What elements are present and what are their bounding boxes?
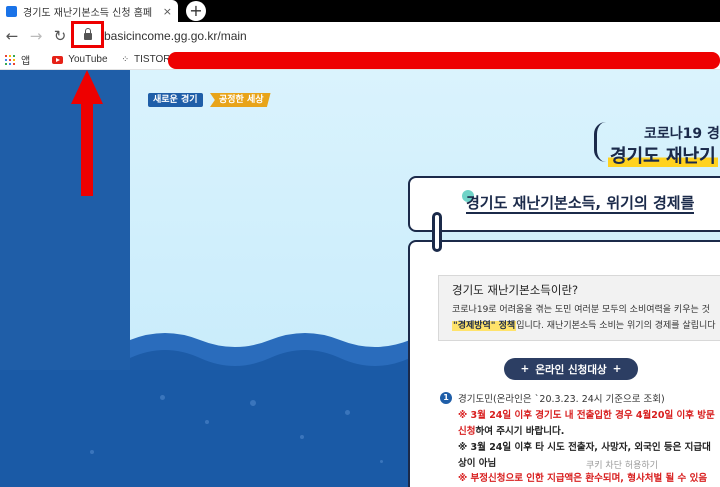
annotation-arrow-icon [71, 70, 103, 196]
